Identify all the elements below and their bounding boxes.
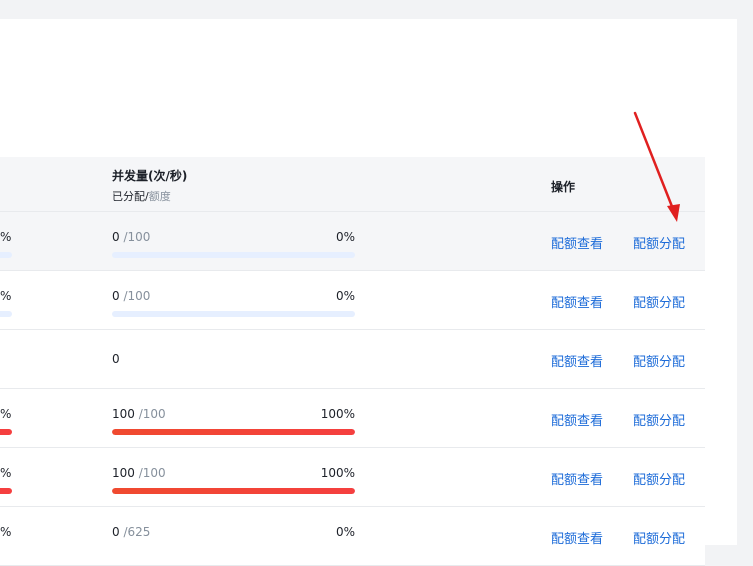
quota-table: 并发量(次/秒) 已分配/额度 操作 % 0 /100 0% 配额查看 配额分配…: [0, 157, 705, 566]
concurrency-value: 100 /100: [112, 407, 166, 421]
total-value: /100: [123, 289, 151, 303]
table-row: % 100 /100 100% 配额查看 配额分配: [0, 448, 705, 507]
usage-percent: 100%: [320, 466, 355, 480]
allocated-label: 已分配/: [112, 190, 149, 203]
allocate-quota-link[interactable]: 配额分配: [633, 410, 685, 429]
view-quota-link[interactable]: 配额查看: [551, 469, 603, 488]
allocate-quota-link[interactable]: 配额分配: [633, 233, 685, 252]
allocate-quota-link[interactable]: 配额分配: [633, 528, 685, 547]
table-row: % 0 /100 0% 配额查看 配额分配: [0, 271, 705, 330]
used-value: 0: [112, 230, 120, 244]
used-value: 0: [112, 525, 120, 539]
usage-progress-bar: [112, 488, 355, 494]
concurrency-value: 0 /100: [112, 230, 150, 244]
concurrency-column-subheader: 已分配/额度: [112, 188, 171, 204]
allocate-quota-link[interactable]: 配额分配: [633, 469, 685, 488]
left-progress-bar: [0, 252, 12, 258]
view-quota-link[interactable]: 配额查看: [551, 233, 603, 252]
used-value: 100: [112, 466, 135, 480]
total-value: /100: [138, 466, 166, 480]
usage-progress-bar: [112, 311, 355, 317]
usage-percent: 0%: [335, 230, 355, 244]
left-percent: %: [0, 230, 12, 244]
total-value: /100: [138, 407, 166, 421]
left-percent: %: [0, 466, 12, 480]
concurrency-value: 0: [112, 352, 120, 366]
left-progress-bar: [0, 311, 12, 317]
concurrency-value: 0 /625: [112, 525, 150, 539]
view-quota-link[interactable]: 配额查看: [551, 292, 603, 311]
table-row: 0 配额查看 配额分配: [0, 330, 705, 389]
table-header: 并发量(次/秒) 已分配/额度 操作: [0, 157, 705, 212]
usage-progress-bar: [112, 429, 355, 435]
annotation-arrow-icon: [633, 111, 680, 222]
operations-column-header: 操作: [551, 180, 576, 194]
total-value: /625: [123, 525, 151, 539]
view-quota-link[interactable]: 配额查看: [551, 351, 603, 370]
content-card: 并发量(次/秒) 已分配/额度 操作 % 0 /100 0% 配额查看 配额分配…: [0, 19, 737, 566]
used-value: 100: [112, 407, 135, 421]
left-percent: %: [0, 289, 12, 303]
usage-percent: 100%: [320, 407, 355, 421]
view-quota-link[interactable]: 配额查看: [551, 528, 603, 547]
usage-percent: 0%: [335, 525, 355, 539]
total-value: /100: [123, 230, 151, 244]
usage-progress-fill: [112, 429, 355, 435]
view-quota-link[interactable]: 配额查看: [551, 410, 603, 429]
table-row: % 0 /100 0% 配额查看 配额分配: [0, 212, 705, 271]
left-progress-bar: [0, 488, 12, 494]
concurrency-value: 0 /100: [112, 289, 150, 303]
left-percent: %: [0, 407, 12, 421]
quota-label: 额度: [148, 190, 171, 203]
concurrency-value: 100 /100: [112, 466, 166, 480]
used-value: 0: [112, 352, 120, 366]
usage-percent: 0%: [335, 289, 355, 303]
table-row: % 100 /100 100% 配额查看 配额分配: [0, 389, 705, 448]
usage-progress-bar: [112, 252, 355, 258]
table-row: % 0 /625 0% 配额查看 配额分配: [0, 507, 705, 566]
used-value: 0: [112, 289, 120, 303]
allocate-quota-link[interactable]: 配额分配: [633, 351, 685, 370]
usage-progress-fill: [112, 488, 355, 494]
left-percent: %: [0, 525, 12, 539]
concurrency-column-header: 并发量(次/秒): [112, 169, 188, 183]
allocate-quota-link[interactable]: 配额分配: [633, 292, 685, 311]
left-progress-bar: [0, 429, 12, 435]
